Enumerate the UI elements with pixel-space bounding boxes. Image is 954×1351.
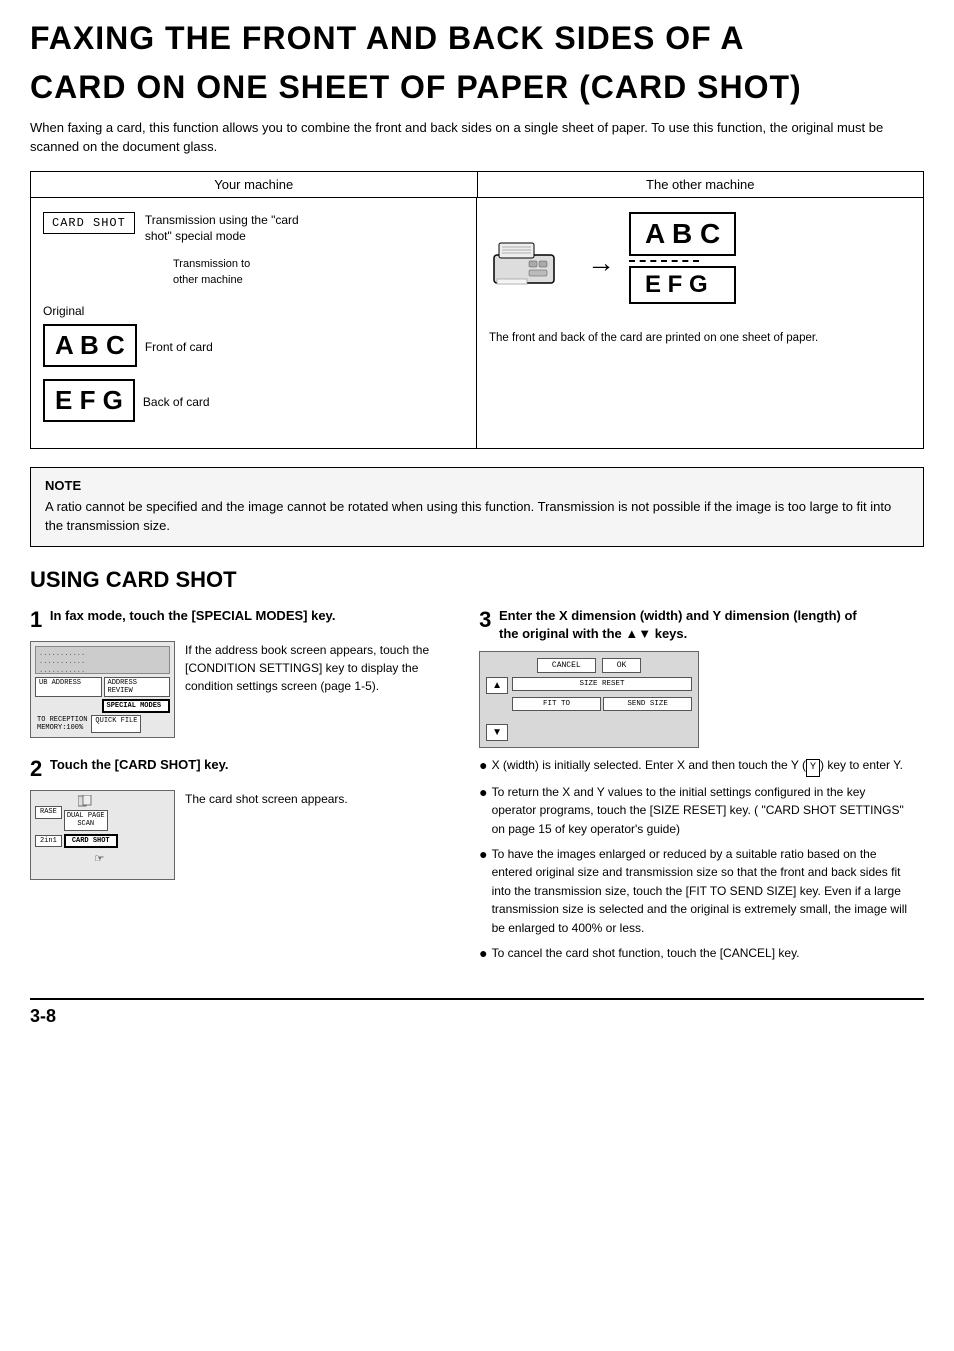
step2-block: 2 Touch the [CARD SHOT] key. RASE bbox=[30, 756, 459, 880]
intro-text: When faxing a card, this function allows… bbox=[30, 118, 924, 157]
step1-screen: ........... ........... ........... UB A… bbox=[30, 641, 175, 738]
step1-display: ........... ........... ........... bbox=[35, 646, 170, 674]
2in1-btn[interactable]: 2in1 bbox=[35, 835, 62, 847]
step2-screen: RASE DUAL PAGESCAN bbox=[30, 790, 175, 880]
fax-machine-icon bbox=[489, 235, 569, 290]
abc-row: A B C Front of card bbox=[43, 324, 464, 371]
right-abc-card: A B C bbox=[629, 212, 736, 256]
right-note: The front and back of the card are print… bbox=[489, 330, 911, 347]
step1-block: 1 In fax mode, touch the [SPECIAL MODES]… bbox=[30, 607, 459, 738]
step1-content: ........... ........... ........... UB A… bbox=[30, 641, 459, 738]
transmission-other-label: Transmission toother machine bbox=[173, 257, 464, 288]
diagram-body: CARD SHOT Transmission using the "cardsh… bbox=[31, 198, 923, 448]
touch-indicator: ☞ bbox=[95, 851, 170, 868]
down-arrow-btn[interactable]: ▼ bbox=[486, 724, 508, 741]
original-label: Original bbox=[43, 304, 464, 318]
title-line2: CARD ON ONE SHEET OF PAPER (CARD SHOT) bbox=[30, 69, 924, 106]
step1-title: In fax mode, touch the [SPECIAL MODES] k… bbox=[50, 607, 336, 625]
address-review-btn[interactable]: ADDRESS REVIEW bbox=[104, 677, 171, 697]
diagram-header: Your machine The other machine bbox=[31, 172, 923, 198]
arrow-icon: → bbox=[587, 247, 615, 279]
step3-block: 3 Enter the X dimension (width) and Y di… bbox=[479, 607, 908, 962]
bullet-2: ● To return the X and Y values to the in… bbox=[479, 783, 908, 839]
steps-right: 3 Enter the X dimension (width) and Y di… bbox=[479, 607, 908, 980]
efg-row: E F G Back of card bbox=[43, 379, 464, 426]
dashed-separator bbox=[629, 260, 699, 262]
step2-title: Touch the [CARD SHOT] key. bbox=[50, 756, 229, 774]
diagram-top-row: CARD SHOT Transmission using the "cardsh… bbox=[43, 212, 464, 246]
diagram-table: Your machine The other machine CARD SHOT… bbox=[30, 171, 924, 449]
step1-desc: If the address book screen appears, touc… bbox=[185, 641, 459, 738]
bullet-4: ● To cancel the card shot function, touc… bbox=[479, 944, 908, 963]
special-modes-btn[interactable]: SPECIAL MODES bbox=[102, 699, 171, 713]
diagram-header-left: Your machine bbox=[31, 172, 478, 197]
step1-number: 1 bbox=[30, 607, 42, 633]
steps-left: 1 In fax mode, touch the [SPECIAL MODES]… bbox=[30, 607, 459, 980]
step3-title: Enter the X dimension (width) and Y dime… bbox=[499, 607, 877, 643]
step3-number: 3 bbox=[479, 607, 491, 633]
steps-container: 1 In fax mode, touch the [SPECIAL MODES]… bbox=[30, 607, 924, 980]
send-size-btn[interactable]: SEND SIZE bbox=[603, 697, 692, 711]
bullet-list: ● X (width) is initially selected. Enter… bbox=[479, 756, 908, 962]
rase-btn[interactable]: RASE bbox=[35, 806, 62, 819]
efg-card: E F G bbox=[43, 379, 135, 422]
bullet-3: ● To have the images enlarged or reduced… bbox=[479, 845, 908, 938]
fit-to-btn[interactable]: FIT TO bbox=[512, 697, 601, 711]
title-line1: FAXING THE FRONT AND BACK SIDES OF A bbox=[30, 20, 924, 57]
step2-content: RASE DUAL PAGESCAN bbox=[30, 790, 459, 880]
bullet-1: ● X (width) is initially selected. Enter… bbox=[479, 756, 908, 777]
dual-page-scan-btn[interactable]: DUAL PAGESCAN bbox=[64, 810, 108, 831]
size-reset-btn[interactable]: SIZE RESET bbox=[512, 677, 692, 691]
card-shot-box: CARD SHOT bbox=[43, 212, 135, 234]
note-text: A ratio cannot be specified and the imag… bbox=[45, 497, 909, 536]
ok-btn[interactable]: OK bbox=[602, 658, 642, 673]
abc-card: A B C bbox=[43, 324, 137, 367]
up-arrow-btn[interactable]: ▲ bbox=[486, 677, 508, 694]
diagram-right: → A B C E F G The front and back of the … bbox=[477, 198, 923, 448]
card-shot-btn[interactable]: CARD SHOT bbox=[64, 834, 118, 848]
section-heading: USING CARD SHOT bbox=[30, 567, 924, 593]
ub-address-btn[interactable]: UB ADDRESS bbox=[35, 677, 102, 697]
transmission-label: Transmission using the "cardshot" specia… bbox=[145, 212, 299, 246]
step2-number: 2 bbox=[30, 756, 42, 782]
step2-desc: The card shot screen appears. bbox=[185, 790, 459, 880]
right-efg-card: E F G bbox=[629, 266, 736, 304]
back-label: Back of card bbox=[143, 395, 210, 409]
diagram-left: CARD SHOT Transmission using the "cardsh… bbox=[31, 198, 477, 448]
note-box: NOTE A ratio cannot be specified and the… bbox=[30, 467, 924, 547]
page-title: FAXING THE FRONT AND BACK SIDES OF A CAR… bbox=[30, 20, 924, 106]
quick-file-btn[interactable]: QUICK FILE bbox=[91, 715, 141, 733]
note-title: NOTE bbox=[45, 478, 909, 493]
page-number: 3-8 bbox=[30, 998, 924, 1027]
front-label: Front of card bbox=[145, 340, 213, 354]
diagram-header-right: The other machine bbox=[478, 172, 924, 197]
step3-screen: CANCEL OK ▲ ▼ SIZE RESET FIT TO bbox=[479, 651, 699, 748]
cancel-btn[interactable]: CANCEL bbox=[537, 658, 596, 673]
